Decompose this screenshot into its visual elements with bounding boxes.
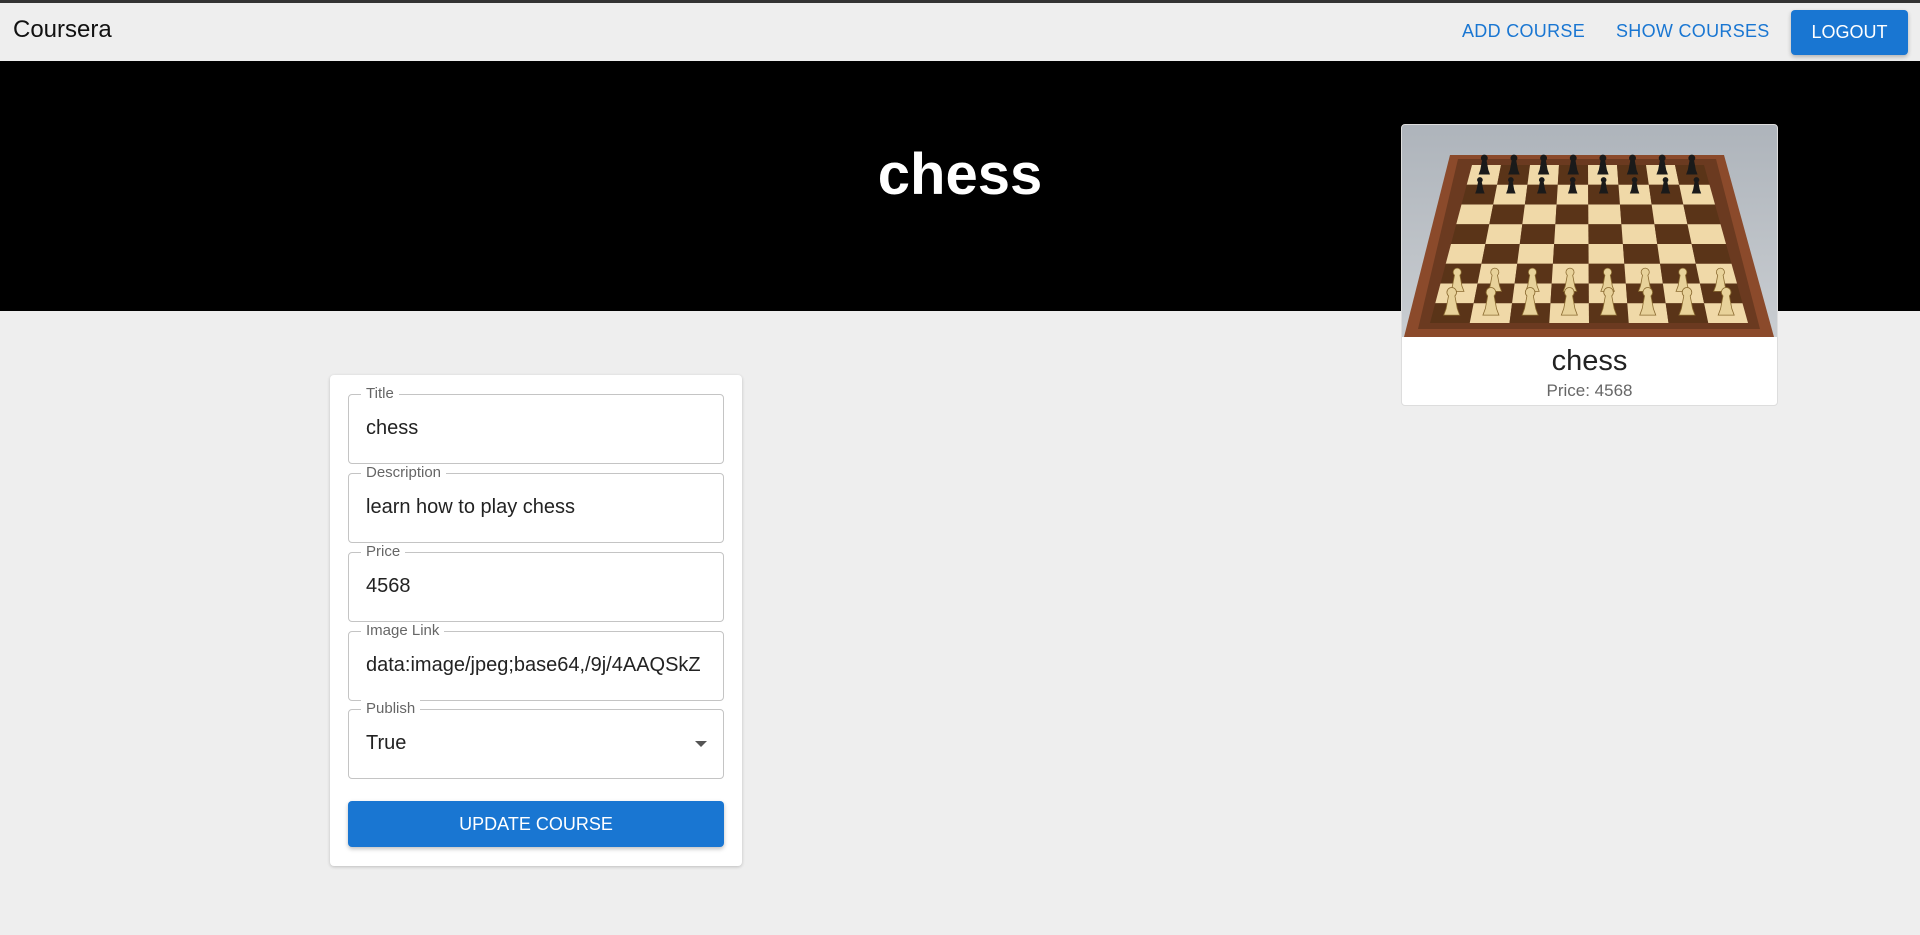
image-link-field[interactable]: Image Link (348, 622, 724, 701)
price-field[interactable]: Price (348, 543, 724, 622)
board-square (1654, 224, 1692, 244)
board-square (1687, 224, 1726, 244)
image-link-input[interactable] (366, 654, 712, 677)
publish-value: True (366, 732, 407, 754)
add-course-link[interactable]: ADD COURSE (1462, 21, 1585, 42)
description-field[interactable]: Description (348, 464, 724, 543)
board-square (1519, 224, 1556, 244)
description-input[interactable] (366, 496, 712, 519)
board-square (1588, 224, 1623, 244)
board-square (1683, 204, 1721, 225)
board-square (1552, 244, 1589, 264)
board-square (1451, 224, 1490, 244)
title-label: Title (361, 385, 399, 403)
publish-label: Publish (361, 700, 421, 718)
board-square (1588, 204, 1622, 225)
logout-button[interactable]: LOGOUT (1791, 10, 1908, 55)
dropdown-arrow-icon[interactable] (695, 741, 707, 747)
course-preview-card: chess Price: 4568 (1401, 124, 1778, 406)
board-square (1522, 204, 1557, 225)
board-square (1622, 244, 1661, 264)
edit-course-form: Title Description Price Image Link Publi… (330, 375, 742, 866)
price-label: Price (361, 543, 406, 561)
description-label: Description (361, 464, 447, 482)
board-square (1691, 244, 1732, 264)
board-square (1651, 204, 1688, 225)
chessboard-illustration (1402, 125, 1777, 337)
price-input[interactable] (366, 575, 712, 598)
board-square (1485, 224, 1523, 244)
publish-select[interactable]: Publish True (348, 700, 724, 779)
board-square (1456, 204, 1494, 225)
title-input[interactable] (366, 417, 712, 440)
title-field[interactable]: Title (348, 385, 724, 464)
board-square (1517, 244, 1555, 264)
board-square (1554, 224, 1589, 244)
board-square (1657, 244, 1696, 264)
board-square (1481, 244, 1520, 264)
board-square (1621, 224, 1658, 244)
board-square (1445, 244, 1486, 264)
update-course-button[interactable]: UPDATE COURSE (348, 801, 724, 847)
board-square (1555, 204, 1589, 225)
chessboard-image (1402, 125, 1777, 337)
image-link-label: Image Link (361, 622, 445, 640)
top-app-bar: Coursera ADD COURSE SHOW COURSES LOGOUT (0, 0, 1920, 61)
preview-price: Price: 4568 (1546, 381, 1633, 400)
show-courses-link[interactable]: SHOW COURSES (1616, 21, 1770, 42)
board-square (1588, 244, 1625, 264)
board-square (1489, 204, 1525, 225)
brand-logo[interactable]: Coursera (13, 16, 112, 44)
preview-title: chess (1551, 345, 1628, 377)
board-square (1619, 204, 1655, 225)
